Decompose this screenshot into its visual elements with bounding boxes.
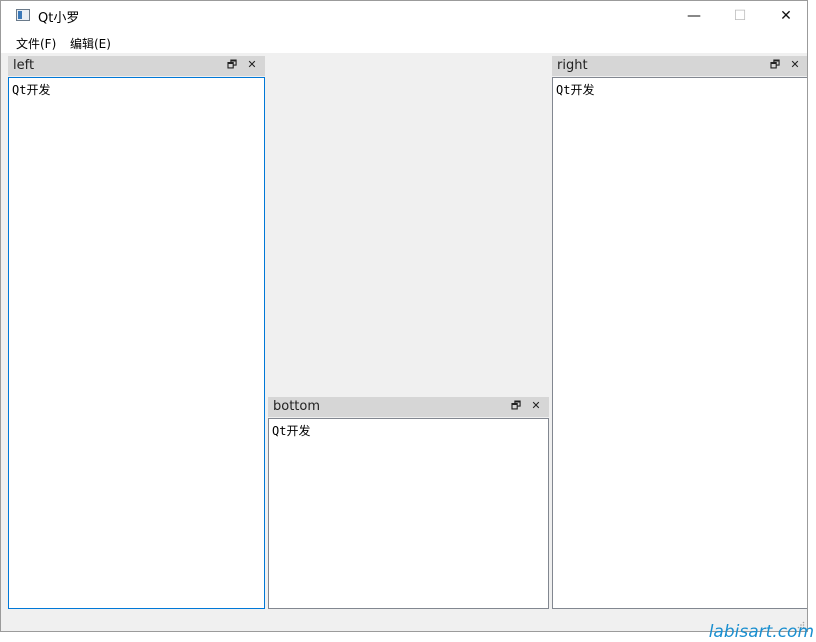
dock-bottom-text-area[interactable]: Qt开发 bbox=[268, 418, 549, 609]
dock-right-text-area[interactable]: Qt开发 bbox=[552, 77, 807, 609]
window-title: Qt小罗 bbox=[38, 11, 80, 26]
dock-left-content: Qt开发 bbox=[12, 83, 51, 97]
dock-right-float-icon[interactable]: 🗗 bbox=[768, 58, 782, 72]
dock-right-title: right bbox=[557, 58, 588, 73]
title-bar[interactable]: Qt小罗 — ☐ ✕ bbox=[1, 1, 807, 31]
dock-right-content: Qt开发 bbox=[556, 83, 595, 97]
dock-left-float-icon[interactable]: 🗗 bbox=[225, 58, 239, 72]
menu-file[interactable]: 文件(F) bbox=[16, 35, 56, 52]
dock-bottom-title: bottom bbox=[273, 399, 321, 414]
dock-bottom-titlebar[interactable]: bottom 🗗 ✕ bbox=[268, 397, 549, 417]
dock-left-text-area[interactable]: Qt开发 bbox=[8, 77, 265, 609]
dock-right: right 🗗 ✕ Qt开发 bbox=[552, 56, 807, 609]
dock-bottom-float-icon[interactable]: 🗗 bbox=[509, 399, 523, 413]
dock-left: left 🗗 ✕ Qt开发 bbox=[8, 56, 265, 609]
main-window: Qt小罗 — ☐ ✕ 文件(F) 编辑(E) left 🗗 ✕ Qt开发 bot… bbox=[0, 0, 808, 632]
dock-left-titlebar[interactable]: left 🗗 ✕ bbox=[8, 56, 265, 76]
close-button[interactable]: ✕ bbox=[763, 1, 807, 31]
dock-right-close-icon[interactable]: ✕ bbox=[788, 58, 802, 72]
watermark: labisart.com bbox=[708, 622, 814, 642]
app-icon bbox=[16, 9, 30, 21]
dock-right-titlebar[interactable]: right 🗗 ✕ bbox=[552, 56, 807, 76]
dock-bottom-close-icon[interactable]: ✕ bbox=[529, 399, 543, 413]
menu-edit[interactable]: 编辑(E) bbox=[70, 35, 111, 52]
dock-left-title: left bbox=[13, 58, 35, 73]
dock-left-close-icon[interactable]: ✕ bbox=[245, 58, 259, 72]
maximize-button[interactable]: ☐ bbox=[717, 1, 763, 31]
dock-bottom: bottom 🗗 ✕ Qt开发 bbox=[268, 397, 549, 609]
minimize-button[interactable]: — bbox=[671, 1, 717, 31]
dock-bottom-content: Qt开发 bbox=[272, 424, 311, 438]
menu-bar: 文件(F) 编辑(E) bbox=[1, 31, 807, 53]
